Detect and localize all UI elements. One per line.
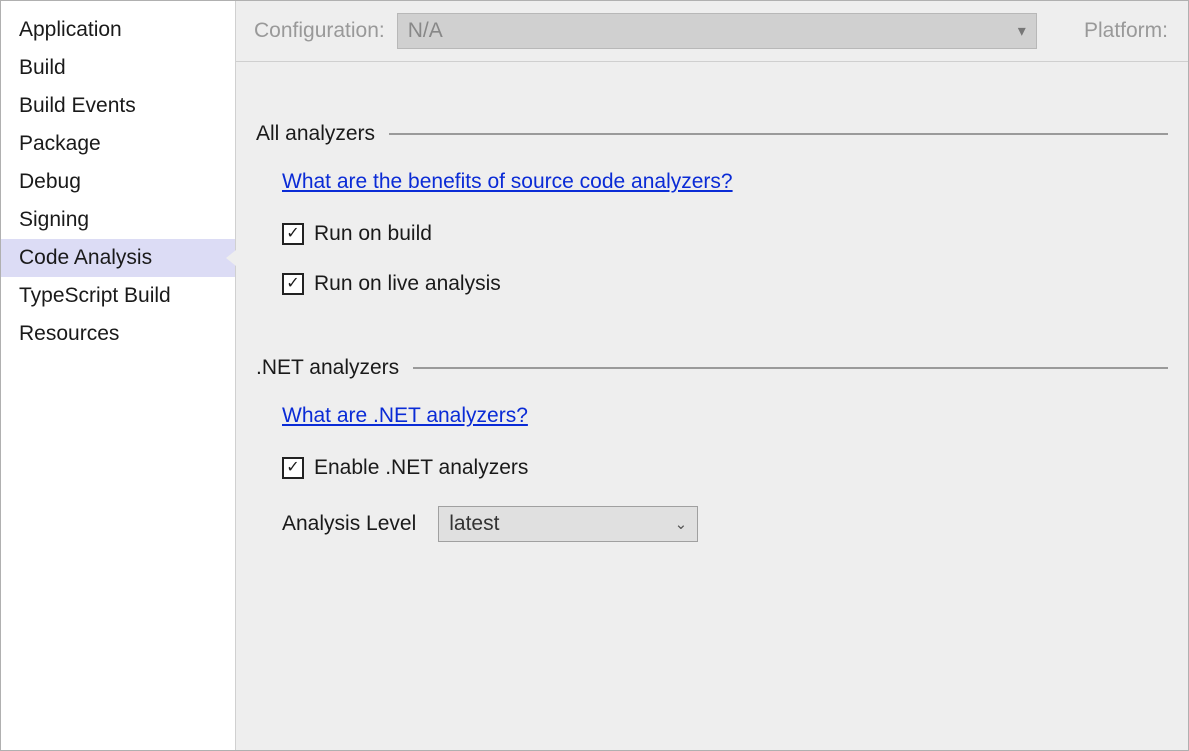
link-all-analyzers-info[interactable]: What are the benefits of source code ana… <box>282 170 733 194</box>
section-title: All analyzers <box>256 122 375 146</box>
sidebar-item-debug[interactable]: Debug <box>1 163 235 201</box>
analysis-level-select[interactable]: latest ⌄ <box>438 506 698 542</box>
content-area: All analyzers What are the benefits of s… <box>236 62 1188 622</box>
divider <box>413 367 1168 369</box>
chevron-down-icon: ▾ <box>1018 21 1026 41</box>
section-header-all-analyzers: All analyzers <box>256 122 1168 146</box>
platform-label: Platform: <box>1084 19 1176 43</box>
checkbox-label: Enable .NET analyzers <box>314 456 528 480</box>
sidebar-item-label: TypeScript Build <box>19 284 171 307</box>
checkbox-run-on-build[interactable]: ✓ <box>282 223 304 245</box>
configuration-label: Configuration: <box>254 19 385 43</box>
checkbox-row-run-on-live[interactable]: ✓ Run on live analysis <box>282 272 1168 296</box>
analysis-level-value: latest <box>449 512 499 536</box>
link-net-analyzers-info[interactable]: What are .NET analyzers? <box>282 404 528 428</box>
divider <box>389 133 1168 135</box>
checkbox-row-run-on-build[interactable]: ✓ Run on build <box>282 222 1168 246</box>
main-panel: Configuration: N/A ▾ Platform: All analy… <box>236 1 1188 750</box>
sidebar-item-code-analysis[interactable]: Code Analysis <box>1 239 235 277</box>
sidebar: Application Build Build Events Package D… <box>1 1 236 750</box>
checkbox-label: Run on build <box>314 222 432 246</box>
checkbox-enable-net[interactable]: ✓ <box>282 457 304 479</box>
checkbox-row-enable-net[interactable]: ✓ Enable .NET analyzers <box>282 456 1168 480</box>
configuration-row: Configuration: N/A ▾ Platform: <box>236 13 1188 62</box>
sidebar-item-label: Code Analysis <box>19 246 152 269</box>
configuration-select[interactable]: N/A ▾ <box>397 13 1037 49</box>
sidebar-item-label: Build Events <box>19 94 136 117</box>
section-header-net-analyzers: .NET analyzers <box>256 356 1168 380</box>
analysis-level-label: Analysis Level <box>282 512 416 536</box>
sidebar-item-resources[interactable]: Resources <box>1 315 235 353</box>
sidebar-item-package[interactable]: Package <box>1 125 235 163</box>
configuration-value: N/A <box>408 19 443 43</box>
sidebar-item-label: Resources <box>19 322 119 345</box>
sidebar-item-label: Package <box>19 132 101 155</box>
checkbox-run-on-live[interactable]: ✓ <box>282 273 304 295</box>
sidebar-item-application[interactable]: Application <box>1 11 235 49</box>
sidebar-item-signing[interactable]: Signing <box>1 201 235 239</box>
sidebar-item-label: Signing <box>19 208 89 231</box>
sidebar-item-typescript-build[interactable]: TypeScript Build <box>1 277 235 315</box>
sidebar-item-build[interactable]: Build <box>1 49 235 87</box>
section-title: .NET analyzers <box>256 356 399 380</box>
checkbox-label: Run on live analysis <box>314 272 501 296</box>
section-body-net-analyzers: What are .NET analyzers? ✓ Enable .NET a… <box>256 404 1168 542</box>
sidebar-item-build-events[interactable]: Build Events <box>1 87 235 125</box>
sidebar-item-label: Build <box>19 56 66 79</box>
section-body-all-analyzers: What are the benefits of source code ana… <box>256 170 1168 296</box>
analysis-level-row: Analysis Level latest ⌄ <box>282 506 1168 542</box>
sidebar-item-label: Debug <box>19 170 81 193</box>
chevron-down-icon: ⌄ <box>675 515 688 533</box>
project-properties-window: Application Build Build Events Package D… <box>0 0 1189 751</box>
sidebar-item-label: Application <box>19 18 122 41</box>
